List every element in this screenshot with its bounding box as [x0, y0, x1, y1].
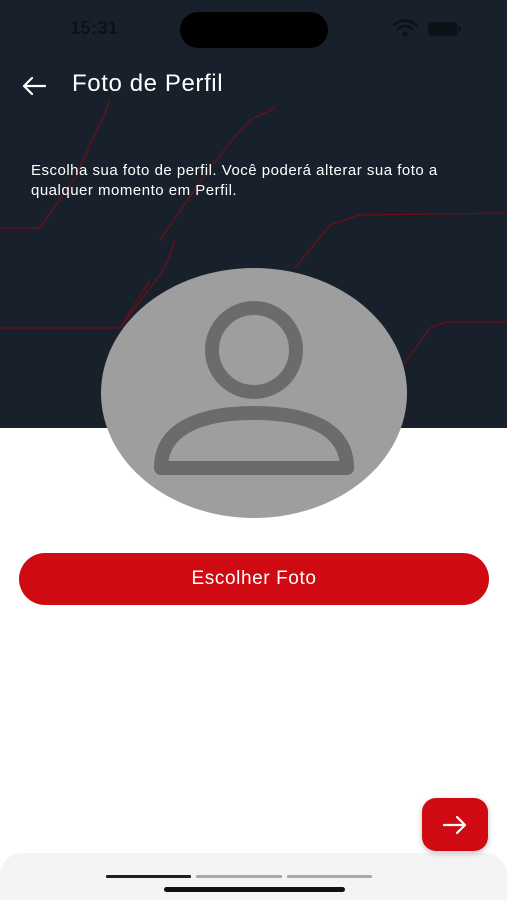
- home-indicator: [164, 887, 345, 892]
- status-time: 15:31: [70, 18, 119, 38]
- arrow-left-icon: [22, 76, 47, 96]
- status-bar: 15:31: [0, 0, 507, 56]
- step-indicator-3: [287, 875, 372, 878]
- step-indicator-1: [106, 875, 191, 878]
- dynamic-island: [180, 12, 328, 48]
- arrow-right-icon: [442, 815, 467, 834]
- avatar[interactable]: [101, 268, 407, 518]
- next-button[interactable]: [422, 798, 488, 851]
- intro-text: Escolha sua foto de perfil. Você poderá …: [31, 162, 438, 199]
- user-placeholder-icon: [154, 301, 354, 475]
- back-button[interactable]: [14, 66, 54, 106]
- page-title: Foto de Perfil: [72, 70, 224, 97]
- wifi-icon: [392, 19, 418, 37]
- battery-icon: [428, 22, 461, 36]
- step-indicator-2: [196, 875, 282, 878]
- choose-photo-button[interactable]: Escolher Foto: [19, 553, 489, 605]
